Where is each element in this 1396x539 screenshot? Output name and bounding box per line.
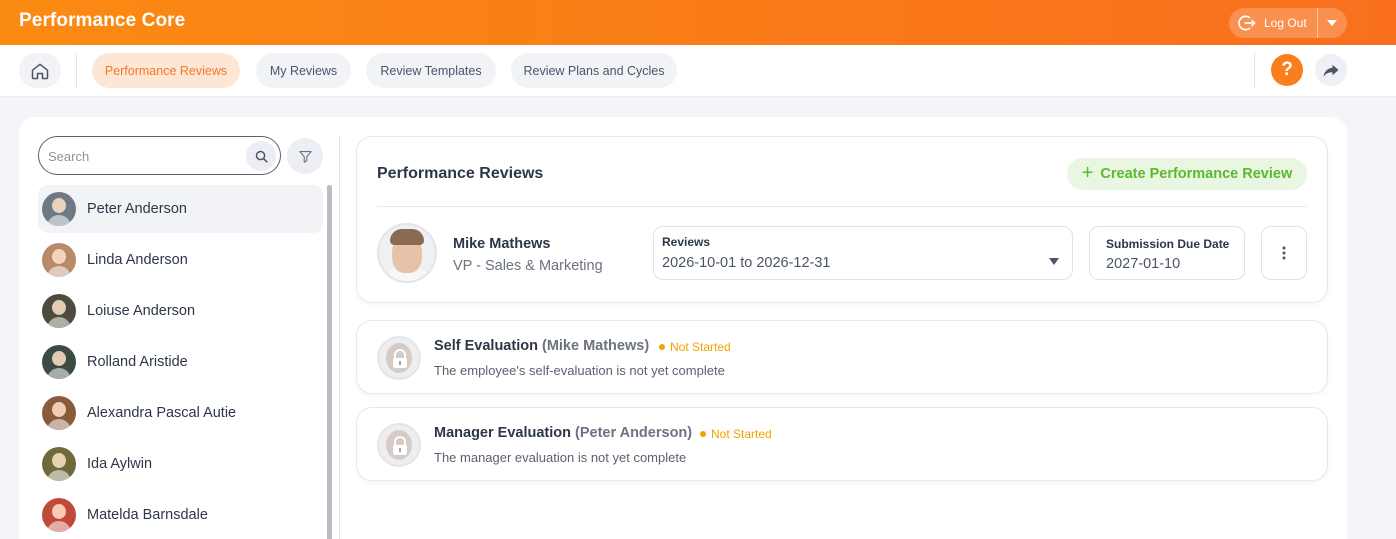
- caret-down-icon: [1049, 258, 1059, 265]
- logout-dropdown-toggle[interactable]: [1318, 8, 1346, 38]
- avatar: [42, 396, 76, 430]
- submission-due-date: Submission Due Date 2027-01-10: [1089, 226, 1245, 280]
- section-title: Performance Reviews: [377, 165, 544, 182]
- due-date-label: Submission Due Date: [1106, 237, 1230, 251]
- employee-name: Alexandra Pascal Autie: [87, 405, 237, 421]
- tab-review-plans-and-cycles[interactable]: Review Plans and Cycles: [511, 53, 677, 88]
- status-text: Not Started: [670, 340, 731, 354]
- tab-my-reviews[interactable]: My Reviews: [256, 53, 351, 88]
- create-performance-review-button[interactable]: + Create Performance Review: [1067, 158, 1307, 190]
- share-button[interactable]: [1315, 54, 1347, 86]
- employee-photo: [377, 223, 437, 283]
- app-title: Performance Core: [19, 10, 186, 31]
- evaluator-name: (Mike Mathews): [541, 338, 650, 354]
- logout-button-group: Log Out: [1229, 8, 1347, 38]
- avatar: [42, 345, 76, 379]
- app-header: Performance Core Log Out: [0, 0, 1396, 45]
- search-input[interactable]: [48, 146, 238, 166]
- evaluation-title: Self Evaluation (Mike Mathews): [434, 338, 649, 354]
- avatar: [377, 336, 421, 380]
- home-button[interactable]: [19, 53, 61, 88]
- evaluator-name: (Peter Anderson): [575, 425, 693, 441]
- evaluation-title-text: Self Evaluation: [434, 338, 538, 354]
- nav-divider: [76, 53, 77, 88]
- kebab-menu-icon: [1282, 246, 1286, 260]
- employee-role: VP - Sales & Marketing: [453, 258, 603, 274]
- plus-icon: +: [1081, 161, 1094, 184]
- home-icon: [31, 63, 49, 79]
- share-arrow-icon: [1323, 64, 1339, 77]
- evaluation-title-text: Manager Evaluation: [434, 425, 571, 441]
- list-item[interactable]: Alexandra Pascal Autie: [38, 389, 323, 437]
- employee-name: Rolland Aristide: [87, 354, 188, 370]
- employee-name-heading: Mike Mathews: [453, 236, 551, 252]
- evaluation-description: The manager evaluation is not yet comple…: [434, 450, 687, 465]
- logout-button[interactable]: Log Out: [1229, 8, 1317, 38]
- search-icon: [255, 150, 268, 163]
- self-evaluation-card[interactable]: Self Evaluation (Mike Mathews) Not Start…: [356, 320, 1328, 394]
- filter-button[interactable]: [287, 138, 323, 174]
- reviews-period-select[interactable]: Reviews 2026-10-01 to 2026-12-31: [653, 226, 1073, 280]
- search-box: [38, 136, 281, 175]
- status-badge: Not Started: [659, 340, 731, 354]
- create-button-label: Create Performance Review: [1100, 166, 1293, 182]
- employee-name: Linda Anderson: [87, 252, 188, 268]
- status-dot-icon: [659, 344, 665, 350]
- employee-name: Loiuse Anderson: [87, 303, 196, 319]
- review-summary-card: Performance Reviews + Create Performance…: [356, 136, 1328, 303]
- main-card: Peter Anderson Linda Anderson Loiuse And…: [19, 117, 1347, 539]
- top-nav: Performance Reviews My Reviews Review Te…: [0, 45, 1396, 97]
- list-item[interactable]: Peter Anderson: [38, 185, 323, 233]
- avatar: [377, 423, 421, 467]
- scrollbar-thumb[interactable]: [327, 185, 332, 539]
- card-divider: [377, 206, 1307, 207]
- reviews-select-value: 2026-10-01 to 2026-12-31: [662, 255, 831, 271]
- avatar: [42, 294, 76, 328]
- list-item[interactable]: Rolland Aristide: [38, 338, 323, 386]
- caret-down-icon: [1327, 20, 1337, 26]
- logout-icon: [1238, 15, 1256, 31]
- tab-performance-reviews[interactable]: Performance Reviews: [92, 53, 240, 88]
- due-date-value: 2027-01-10: [1106, 256, 1181, 272]
- list-item[interactable]: Loiuse Anderson: [38, 287, 323, 335]
- avatar: [42, 243, 76, 277]
- help-button[interactable]: ?: [1271, 54, 1303, 86]
- lock-icon: [393, 436, 407, 455]
- list-item[interactable]: Ida Aylwin: [38, 440, 323, 488]
- reviews-select-label: Reviews: [662, 235, 711, 249]
- evaluation-description: The employee's self-evaluation is not ye…: [434, 363, 725, 378]
- status-dot-icon: [700, 431, 706, 437]
- search-button[interactable]: [246, 141, 276, 171]
- column-divider: [339, 136, 340, 539]
- list-item[interactable]: Matelda Barnsdale: [38, 491, 323, 539]
- more-options-button[interactable]: [1261, 226, 1307, 280]
- lock-icon: [393, 349, 407, 368]
- manager-evaluation-card[interactable]: Manager Evaluation (Peter Anderson) Not …: [356, 407, 1328, 481]
- employee-name: Peter Anderson: [87, 201, 187, 217]
- nav-divider-right: [1254, 53, 1255, 88]
- logout-label: Log Out: [1264, 16, 1307, 30]
- employee-name: Matelda Barnsdale: [87, 507, 208, 523]
- filter-icon: [298, 150, 312, 163]
- status-badge: Not Started: [700, 427, 772, 441]
- avatar: [42, 447, 76, 481]
- status-text: Not Started: [711, 427, 772, 441]
- tab-review-templates[interactable]: Review Templates: [366, 53, 496, 88]
- list-item[interactable]: Linda Anderson: [38, 236, 323, 284]
- avatar: [42, 498, 76, 532]
- avatar: [42, 192, 76, 226]
- employee-name: Ida Aylwin: [87, 456, 153, 472]
- evaluation-title: Manager Evaluation (Peter Anderson): [434, 425, 692, 441]
